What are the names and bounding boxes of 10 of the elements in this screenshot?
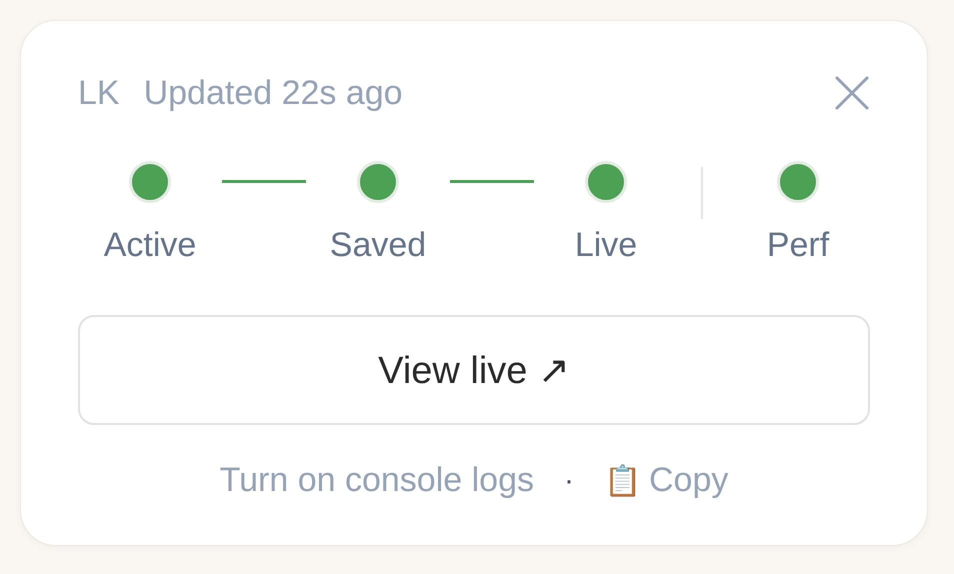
view-live-button[interactable]: View live ↗ [78, 315, 870, 425]
copy-button[interactable]: 📋 Copy [604, 461, 728, 500]
step-label: Active [104, 225, 196, 265]
close-button[interactable] [834, 75, 870, 111]
updated-time: Updated 22s ago [144, 73, 403, 113]
step-label: Live [574, 225, 638, 265]
separator: · [564, 464, 574, 498]
initials: LK [78, 73, 120, 113]
step-label: Perf [766, 225, 830, 265]
step-label: Saved [330, 225, 426, 265]
